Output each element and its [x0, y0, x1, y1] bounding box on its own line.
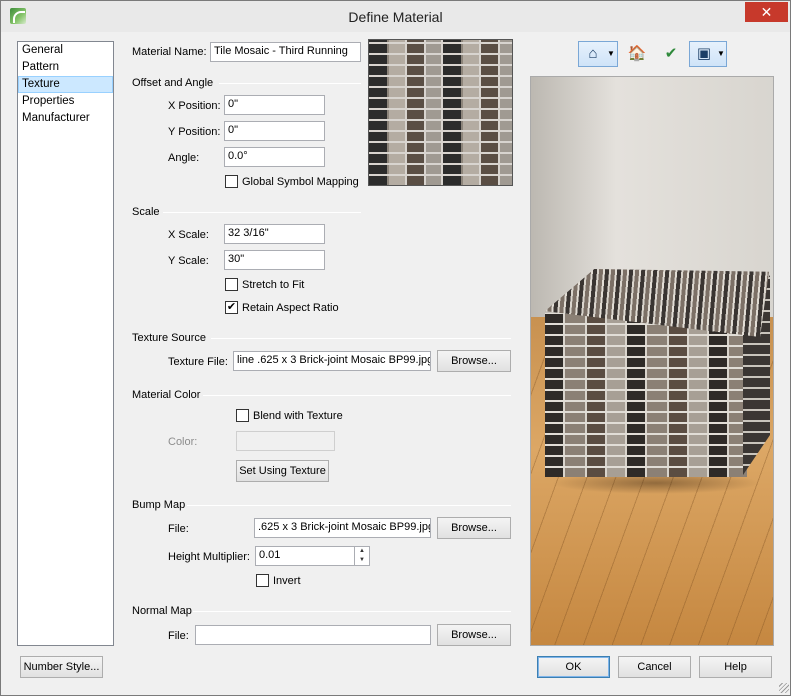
number-style-button[interactable]: Number Style... — [20, 656, 103, 678]
invert-label: Invert — [273, 575, 301, 587]
resize-grip-icon[interactable] — [779, 683, 789, 693]
nav-item-manufacturer[interactable]: Manufacturer — [18, 110, 113, 127]
texture-checker-button[interactable]: ✔ — [656, 41, 684, 67]
bump-file-input[interactable]: .625 x 3 Brick-joint Mosaic BP99.jpg — [254, 518, 431, 538]
material-color-divider — [203, 395, 511, 396]
retain-aspect-label: Retain Aspect Ratio — [242, 302, 339, 314]
material-color-section-title: Material Color — [132, 389, 201, 401]
window-title: Define Material — [348, 9, 443, 25]
texture-checker-icon: ✔ — [664, 45, 678, 62]
offset-divider — [219, 83, 361, 84]
height-multiplier-spinner[interactable]: ▲ ▼ — [354, 547, 369, 565]
x-scale-input[interactable]: 32 3/16" — [224, 224, 325, 244]
scale-section-title: Scale — [132, 206, 160, 218]
nav-item-texture[interactable]: Texture — [18, 76, 113, 93]
define-material-dialog: Define Material ✕ General Pattern Textur… — [0, 0, 791, 696]
blend-texture-checkbox[interactable] — [236, 409, 249, 422]
texture-file-input[interactable]: line .625 x 3 Brick-joint Mosaic BP99.jp… — [233, 351, 431, 371]
nav-item-pattern[interactable]: Pattern — [18, 59, 113, 76]
bump-browse-button[interactable]: Browse... — [437, 517, 511, 539]
category-list[interactable]: General Pattern Texture Properties Manuf… — [17, 41, 114, 646]
material-3d-preview[interactable] — [530, 76, 774, 646]
texture-source-section-title: Texture Source — [132, 332, 206, 344]
texture-source-divider — [211, 338, 511, 339]
height-multiplier-label: Height Multiplier: — [168, 551, 250, 563]
room-preview-button[interactable]: ⌂ ▼ — [578, 41, 618, 67]
texture-swatch — [368, 39, 513, 186]
y-position-input[interactable]: 0" — [224, 121, 325, 141]
y-scale-label: Y Scale: — [168, 255, 209, 267]
bump-map-divider — [187, 505, 511, 506]
angle-label: Angle: — [168, 152, 200, 164]
cube-preview-icon: ▣ — [696, 45, 712, 62]
material-name-input[interactable]: Tile Mosaic - Third Running — [210, 42, 361, 62]
normal-file-input[interactable] — [195, 625, 431, 645]
height-multiplier-input[interactable]: 0.01 — [255, 546, 370, 566]
texture-browse-button[interactable]: Browse... — [437, 350, 511, 372]
help-button[interactable]: Help — [699, 656, 772, 678]
room-preview-dropdown-icon[interactable]: ▼ — [606, 42, 616, 66]
scale-divider — [163, 212, 361, 213]
title-bar[interactable]: Define Material ✕ — [1, 1, 790, 32]
normal-file-label: File: — [168, 630, 189, 642]
angle-input[interactable]: 0.0° — [224, 147, 325, 167]
close-button[interactable]: ✕ — [745, 2, 788, 22]
object-preview-button[interactable]: 🏠 — [622, 41, 650, 67]
material-name-label: Material Name: — [132, 46, 207, 58]
cube-preview-dropdown-icon[interactable]: ▼ — [716, 42, 726, 66]
stretch-to-fit-checkbox[interactable] — [225, 278, 238, 291]
normal-map-divider — [193, 611, 511, 612]
texture-file-label: Texture File: — [168, 356, 228, 368]
object-preview-icon: 🏠 — [627, 45, 647, 62]
y-scale-input[interactable]: 30" — [224, 250, 325, 270]
spin-down-icon[interactable]: ▼ — [355, 556, 369, 565]
invert-checkbox[interactable] — [256, 574, 269, 587]
preview-cube-front — [545, 313, 747, 477]
nav-item-general[interactable]: General — [18, 42, 113, 59]
bump-map-section-title: Bump Map — [132, 499, 186, 511]
normal-map-section-title: Normal Map — [132, 605, 192, 617]
retain-aspect-checkbox[interactable]: ✔ — [225, 301, 238, 314]
offset-section-title: Offset and Angle — [132, 77, 214, 89]
color-label: Color: — [168, 436, 198, 448]
stretch-to-fit-label: Stretch to Fit — [242, 279, 305, 291]
set-using-texture-button[interactable]: Set Using Texture — [236, 460, 329, 482]
color-swatch-field — [236, 431, 335, 451]
global-mapping-label: Global Symbol Mapping — [242, 176, 359, 188]
height-multiplier-value: 0.01 — [259, 549, 281, 561]
global-mapping-checkbox[interactable] — [225, 175, 238, 188]
x-scale-label: X Scale: — [168, 229, 209, 241]
spin-up-icon[interactable]: ▲ — [355, 547, 369, 556]
bump-file-label: File: — [168, 523, 189, 535]
x-position-input[interactable]: 0" — [224, 95, 325, 115]
cube-preview-button[interactable]: ▣ ▼ — [689, 41, 727, 67]
cancel-button[interactable]: Cancel — [618, 656, 691, 678]
room-preview-icon: ⌂ — [588, 45, 598, 62]
y-position-label: Y Position: — [168, 126, 221, 138]
blend-texture-label: Blend with Texture — [253, 410, 343, 422]
nav-item-properties[interactable]: Properties — [18, 93, 113, 110]
normal-browse-button[interactable]: Browse... — [437, 624, 511, 646]
ok-button[interactable]: OK — [537, 656, 610, 678]
x-position-label: X Position: — [168, 100, 221, 112]
